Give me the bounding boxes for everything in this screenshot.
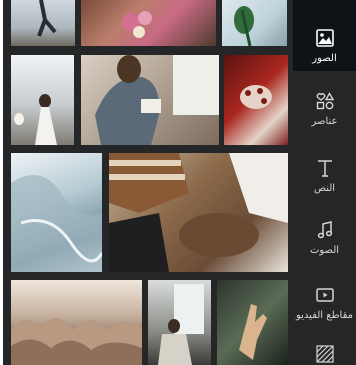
photo-hand-dark[interactable] xyxy=(217,280,288,365)
photo-woman-window[interactable] xyxy=(148,280,211,365)
photo-person-sky[interactable] xyxy=(11,0,75,46)
photo-woman-beach[interactable] xyxy=(11,55,74,145)
photo-hands-red-sweater[interactable] xyxy=(224,55,288,145)
sidebar-item-pattern[interactable] xyxy=(293,338,356,365)
sidebar-item-text[interactable]: النص xyxy=(293,150,356,206)
text-icon xyxy=(317,160,332,177)
photo-woman-plant[interactable] xyxy=(222,0,287,46)
app-frame: الصور عناصر النص الصوت مقاطع الفيديو xyxy=(3,0,356,365)
sidebar-item-photos[interactable]: الصور xyxy=(293,10,356,71)
photo-friends-puppy[interactable] xyxy=(109,153,288,272)
music-note-icon xyxy=(317,221,332,239)
sidebar-item-videos[interactable]: مقاطع الفيديو xyxy=(293,277,356,333)
sidebar-item-label: عناصر xyxy=(311,116,338,127)
sidebar-item-elements[interactable]: عناصر xyxy=(293,83,356,139)
photo-aerial-water[interactable] xyxy=(11,153,102,272)
sidebar-item-label: النص xyxy=(313,183,336,194)
sidebar-item-label: الصوت xyxy=(309,245,340,256)
sidebar-nav: الصور عناصر النص الصوت مقاطع الفيديو xyxy=(293,0,356,365)
photo-rock-formations[interactable] xyxy=(11,280,142,365)
pattern-icon xyxy=(315,345,334,363)
image-icon xyxy=(315,29,334,47)
sidebar-item-label: الصور xyxy=(312,53,337,64)
sidebar-item-audio[interactable]: الصوت xyxy=(293,212,356,268)
photo-flowers-dark[interactable] xyxy=(81,0,216,46)
sidebar-item-label: مقاطع الفيديو xyxy=(295,310,354,321)
photo-person-window-reading[interactable] xyxy=(81,55,219,145)
video-icon xyxy=(315,288,334,302)
photo-grid xyxy=(3,0,290,365)
elements-icon xyxy=(316,92,334,110)
